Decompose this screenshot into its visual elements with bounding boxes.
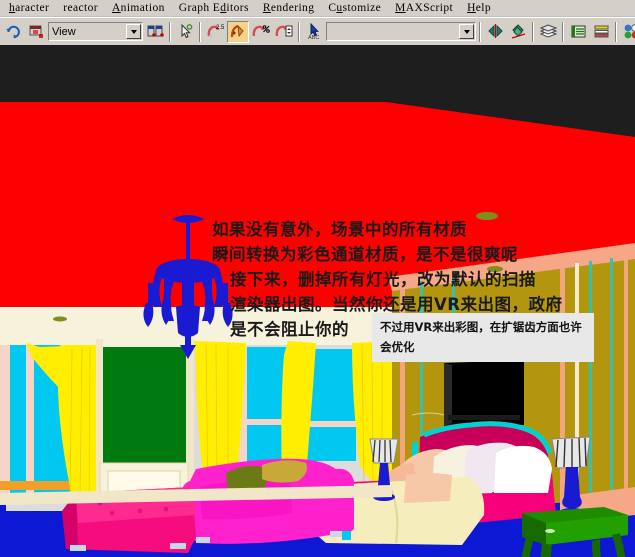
material-editor-icon [624,24,635,39]
chevron-down-icon[interactable] [126,24,141,39]
note-tooltip-line-2: 会优化 [380,340,415,354]
viewport-perspective[interactable]: 如果没有意外，场景中的所有材质 瞬间转换为彩色通道材质，是不是很爽呢 接下来，删… [0,45,635,557]
named-selection-sets-icon: ABC [308,23,319,40]
annotation-line-2: 瞬间转换为彩色通道材质，是不是很爽呢 [212,245,518,264]
percent-snap-toggle-button[interactable] [250,20,272,43]
undo-button[interactable] [2,20,24,43]
annotation-line-3: 接下来，删掉所有灯光，改为默认的扫描 [230,270,536,289]
snaps-toggle-button[interactable]: 2.5 [204,20,226,43]
named-selection-sets-button[interactable]: ABC [303,20,325,43]
reference-coordinate-system-value: View [52,25,76,38]
menu-item-reactor-label: reactor [63,2,98,14]
angle-snap-toggle-button[interactable] [227,20,249,43]
angle-snap-toggle-icon [230,24,244,38]
curve-editor-icon [571,25,585,38]
menu-item-graph-editors[interactable]: Graph Editors [172,1,256,15]
align-icon [511,24,525,39]
menu-item-reactor[interactable]: reactor [56,1,105,15]
menu-item-rendering[interactable]: Rendering [256,1,322,15]
schematic-view-icon [594,25,608,38]
toolbar-separator [532,21,534,42]
schematic-view-button[interactable] [590,20,612,43]
toolbar-separator [562,21,564,42]
select-and-link-icon [29,25,43,38]
layer-manager-icon [539,24,557,38]
menu-item-customize[interactable]: Customize [321,1,388,15]
menu-item-animation[interactable]: Animation [105,1,172,15]
use-pivot-point-center-icon [147,25,164,37]
toolbar-separator [169,21,171,42]
toolbar-separator [298,21,300,42]
note-tooltip: 不过用VR来出彩图，在扩锯齿方面也许 会优化 [372,313,594,362]
menu-bar: haracter reactor Animation Graph Editors… [0,0,635,17]
menu-item-character[interactable]: haracter [2,1,56,15]
select-object-button[interactable] [174,20,196,43]
main-toolbar: View 2.5 ABC [0,17,635,45]
svg-text:ABC: ABC [308,35,319,40]
menu-item-maxscript[interactable]: MAXScript [388,1,460,15]
spinner-snap-toggle-icon [275,25,293,37]
toolbar-separator [479,21,481,42]
select-and-link-button[interactable] [25,20,47,43]
align-button[interactable] [507,20,529,43]
reference-coordinate-system-combo[interactable]: View [48,22,143,41]
toolbar-separator [199,21,201,42]
mirror-icon [487,24,503,38]
snaps-toggle-icon: 2.5 [207,25,224,37]
note-tooltip-line-1: 不过用VR来出彩图，在扩锯齿方面也许 [380,320,582,334]
percent-snap-toggle-icon [252,25,270,37]
use-pivot-point-center-button[interactable] [144,20,166,43]
menu-item-character-label: aracter [15,2,50,14]
annotation-line-1: 如果没有意外，场景中的所有材质 [212,220,467,239]
chevron-down-icon[interactable] [459,24,474,39]
select-object-icon [181,23,192,39]
svg-text:2.5: 2.5 [216,25,224,31]
menu-item-help[interactable]: Help [460,1,498,15]
named-selection-set-input[interactable] [326,22,476,41]
curve-editor-button[interactable] [567,20,589,43]
undo-arrow-icon [5,25,20,39]
spinner-snap-toggle-button[interactable] [273,20,295,43]
toolbar-separator [615,21,617,42]
max-application-window: haracter reactor Animation Graph Editors… [0,0,635,557]
material-editor-button[interactable] [620,20,635,43]
layer-manager-button[interactable] [537,20,559,43]
mirror-button[interactable] [484,20,506,43]
